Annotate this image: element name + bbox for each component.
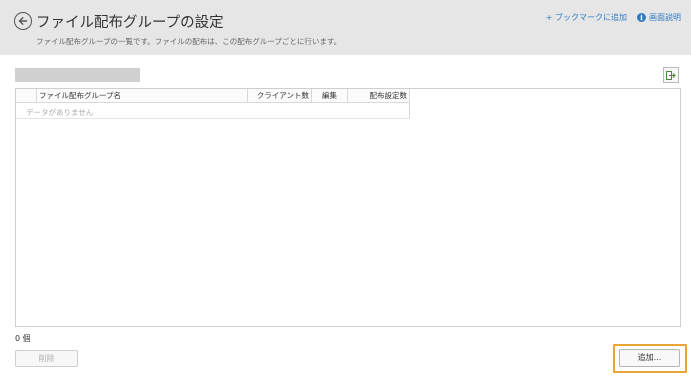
export-button[interactable] <box>663 67 679 83</box>
row-divider <box>16 118 410 119</box>
empty-state-text: データがありません <box>26 108 94 117</box>
export-icon <box>666 70 676 80</box>
screen-help-link[interactable]: i 画面説明 <box>637 12 681 23</box>
table-header: ファイル配布グループ名 クライアント数 編集 配布設定数 <box>16 89 410 103</box>
column-header-config-count[interactable]: 配布設定数 <box>348 89 410 103</box>
page-subtitle: ファイル配布グループの一覧です。ファイルの配布は、この配布グループごとに行います… <box>36 37 342 46</box>
column-header-group-name[interactable]: ファイル配布グループ名 <box>37 89 248 103</box>
column-header-client-count[interactable]: クライアント数 <box>248 89 312 103</box>
info-icon: i <box>637 13 646 22</box>
screen-help-label: 画面説明 <box>649 13 681 22</box>
item-count: 0 個 <box>15 334 31 343</box>
delete-button[interactable]: 削除 <box>15 350 78 367</box>
file-distribution-group-table: ファイル配布グループ名 クライアント数 編集 配布設定数 データがありません <box>15 88 681 327</box>
column-divider <box>409 103 410 119</box>
arrow-left-icon <box>18 17 28 25</box>
search-input[interactable] <box>15 68 140 82</box>
page-title: ファイル配布グループの設定 <box>36 15 224 31</box>
add-button[interactable]: 追加... <box>619 349 680 367</box>
column-header-edit[interactable]: 編集 <box>312 89 348 103</box>
add-bookmark-link[interactable]: + ブックマークに追加 <box>546 12 627 23</box>
row-selector-header <box>16 89 37 103</box>
header-links: + ブックマークに追加 i 画面説明 <box>546 12 681 23</box>
back-button[interactable] <box>14 12 32 30</box>
page-header: ファイル配布グループの設定 ファイル配布グループの一覧です。ファイルの配布は、こ… <box>0 0 691 55</box>
